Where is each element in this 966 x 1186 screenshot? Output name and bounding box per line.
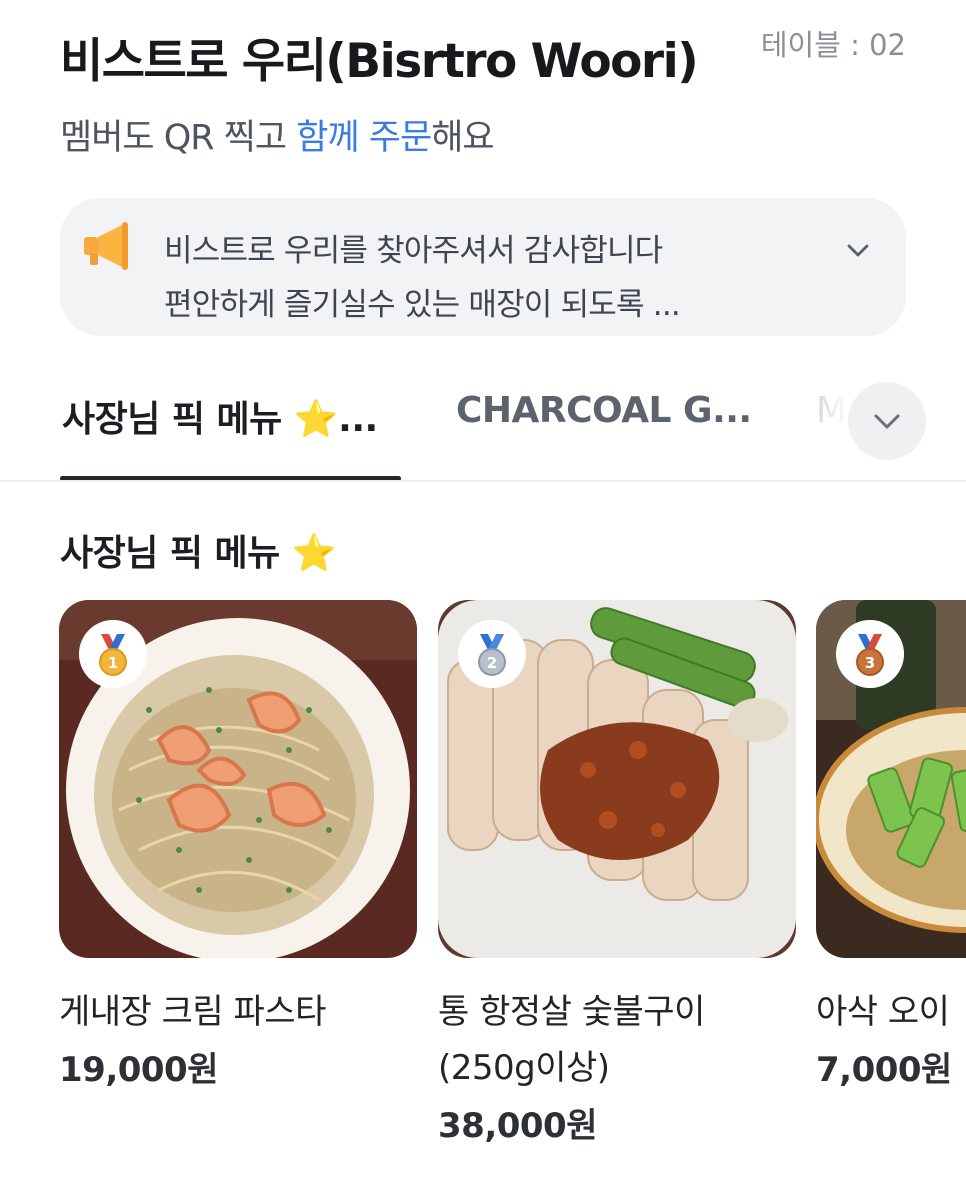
order-subtitle: 멤버도 QR 찍고 함께 주문해요 (60, 109, 495, 160)
chevron-down-icon (874, 414, 900, 429)
menu-item-name: 통 항정살 숯불구이(250g이상) (438, 992, 705, 1088)
store-title: 비스트로 우리(Bisrtro Woori) (60, 34, 699, 89)
menu-item-name: 아삭 오이 (816, 992, 950, 1032)
notice-line-2: 편안하게 즐기실수 있는 매장이 되도록 ... (164, 287, 681, 323)
medal-rank: 2 (487, 654, 497, 672)
section-title: 사장님 픽 메뉴 ⭐ (60, 533, 337, 574)
menu-item-price: 7,000원 (816, 1050, 952, 1090)
header: 비스트로 우리(Bisrtro Woori) 테이블 : 02 멤버도 QR 찍… (60, 22, 906, 162)
menu-item-price: 19,000원 (59, 1050, 218, 1090)
category-tabs: 사장님 픽 메뉴 ⭐... CHARCOAL G... M (0, 360, 966, 482)
subtitle-suffix: 해요 (431, 118, 494, 158)
menu-item-price: 38,000원 (438, 1106, 597, 1146)
tab-fade (780, 360, 850, 480)
medal-rank: 3 (865, 654, 875, 672)
menu-photo-cucumber[interactable]: 3 (816, 600, 966, 958)
menu-photo-pasta[interactable]: 1 (59, 600, 417, 958)
store-notice[interactable]: 비스트로 우리를 찾아주셔서 감사합니다 편안하게 즐기실수 있는 매장이 되도… (60, 198, 906, 336)
menu-photo-pork[interactable]: 2 (438, 600, 796, 958)
medal-rank: 1 (108, 654, 118, 672)
tab-owner-pick[interactable]: 사장님 픽 메뉴 ⭐... (62, 390, 378, 442)
active-tab-indicator (60, 476, 401, 480)
menu-card[interactable]: 2 통 항정살 숯불구이(250g이상) 38,000원 (438, 600, 796, 1147)
bronze-medal-icon: 3 (836, 620, 904, 688)
tab-charcoal[interactable]: CHARCOAL G... (456, 390, 752, 431)
megaphone-icon (84, 222, 128, 270)
notice-line-1: 비스트로 우리를 찾아주셔서 감사합니다 (164, 233, 663, 269)
gold-medal-icon: 1 (79, 620, 147, 688)
menu-card[interactable]: 3 아삭 오이 7,000원 (816, 600, 966, 1091)
silver-medal-icon: 2 (458, 620, 526, 688)
menu-carousel: 1 게내장 크림 파스타 19,000원 2 통 항정살 숯불구이(250g이상… (0, 600, 966, 1186)
subtitle-highlight: 함께 주문 (296, 118, 432, 158)
subtitle-prefix: 멤버도 QR 찍고 (60, 118, 297, 158)
menu-item-name: 게내장 크림 파스타 (59, 992, 326, 1032)
notice-text: 비스트로 우리를 찾아주셔서 감사합니다 편안하게 즐기실수 있는 매장이 되도… (164, 224, 681, 332)
menu-card[interactable]: 1 게내장 크림 파스타 19,000원 (59, 600, 417, 1091)
table-number: 테이블 : 02 (760, 28, 906, 62)
chevron-down-icon[interactable] (846, 238, 870, 262)
tabs-more-button[interactable] (848, 382, 926, 460)
